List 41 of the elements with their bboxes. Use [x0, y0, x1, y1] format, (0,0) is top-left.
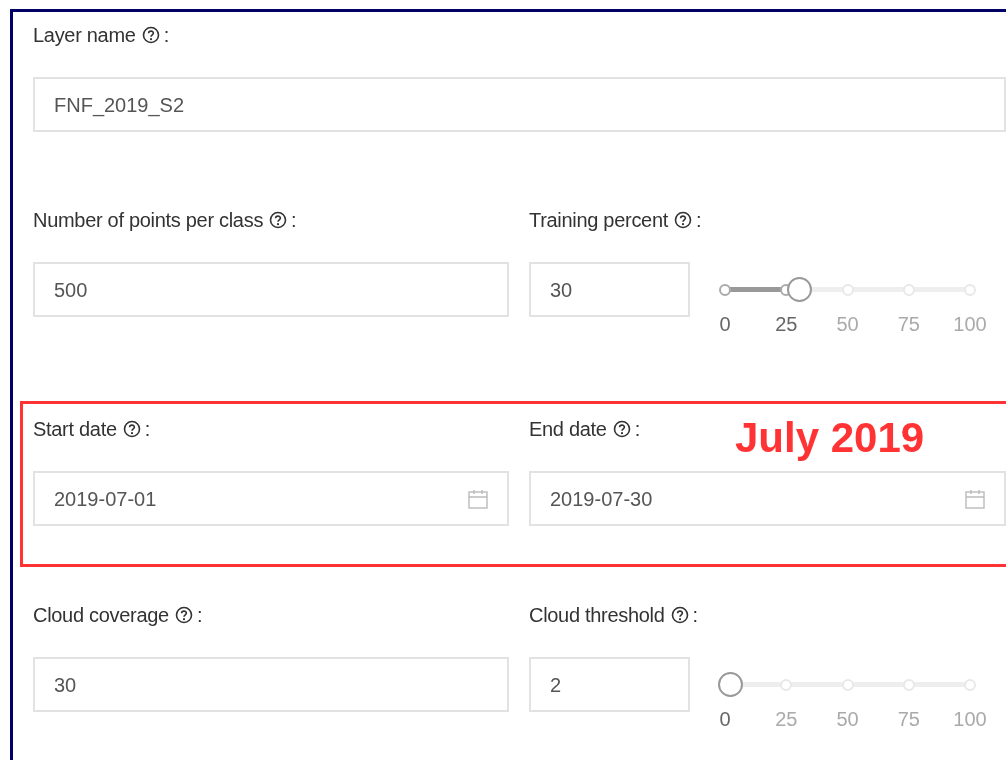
input-field[interactable]: 30: [529, 262, 690, 317]
slider-mark-label: 100: [953, 312, 987, 337]
colon: :: [196, 603, 203, 628]
field-label: Cloud threshold: [529, 603, 665, 628]
field-label: Layer name: [33, 23, 136, 48]
input-field[interactable]: 2: [529, 657, 690, 712]
field-label: Number of points per class: [33, 208, 264, 233]
slider-thumb[interactable]: [786, 277, 812, 302]
colon: :: [634, 417, 641, 442]
field-label: Start date: [33, 417, 117, 442]
slider-mark-label: 25: [775, 707, 798, 732]
slider-mark-label: 0: [719, 312, 731, 337]
help-icon[interactable]: [122, 420, 141, 438]
input-field[interactable]: 30: [33, 657, 509, 712]
colon: :: [696, 208, 702, 233]
slider-mark-label: 50: [836, 707, 859, 732]
slider-mark-label: 75: [897, 312, 920, 337]
slider-mark-label: 50: [836, 312, 859, 337]
help-icon[interactable]: [141, 26, 160, 44]
annotation-text: July 2019: [735, 417, 925, 459]
colon: :: [144, 417, 151, 442]
field-label: End date: [529, 417, 607, 442]
date-field[interactable]: 2019-07-01: [33, 471, 509, 526]
help-icon[interactable]: [674, 211, 692, 229]
date-field[interactable]: 2019-07-30: [529, 471, 1006, 526]
slider-mark-label: 0: [719, 707, 731, 732]
help-icon[interactable]: [612, 420, 631, 438]
input-field[interactable]: 500: [33, 262, 509, 317]
colon: :: [291, 208, 297, 233]
help-icon[interactable]: [174, 606, 193, 624]
input-field[interactable]: FNF_2019_S2: [33, 77, 1006, 132]
slider-mark-label: 25: [775, 312, 798, 337]
slider-mark-label: 75: [897, 707, 920, 732]
field-label: Training percent: [529, 208, 668, 233]
help-icon[interactable]: [670, 606, 689, 624]
slider-thumb[interactable]: [717, 672, 743, 697]
colon: :: [692, 603, 699, 628]
field-label: Cloud coverage: [33, 603, 169, 628]
colon: :: [163, 23, 170, 48]
help-icon[interactable]: [269, 211, 288, 229]
slider-mark-label: 100: [953, 707, 987, 732]
